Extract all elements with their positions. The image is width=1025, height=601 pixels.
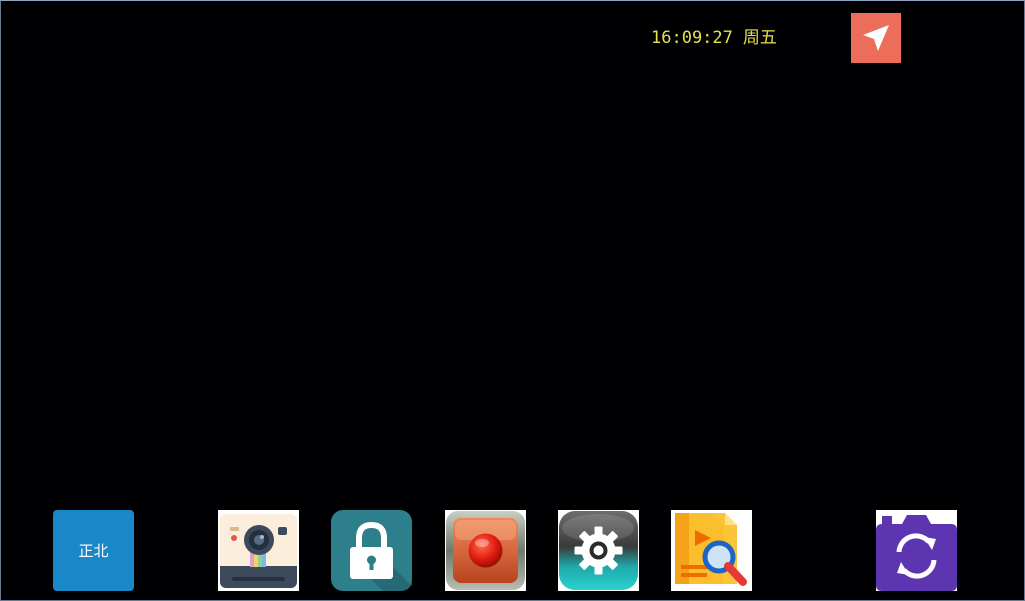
clock-weekday: 周五 <box>742 28 777 48</box>
navigation-button[interactable] <box>851 13 901 63</box>
switch-camera-button[interactable] <box>876 510 957 591</box>
video-file-search-icon <box>671 510 752 591</box>
lock-button[interactable] <box>331 510 412 591</box>
switch-camera-icon <box>876 510 957 591</box>
clock-time: 16:09:27 <box>651 28 733 48</box>
compass-direction-label: 正北 <box>78 542 109 560</box>
compass-direction-button[interactable]: 正北 <box>53 510 134 591</box>
status-clock: 16:09:27 周五 <box>651 27 777 49</box>
camera-app-button[interactable] <box>218 510 299 591</box>
video-search-button[interactable] <box>671 510 752 591</box>
record-button-icon <box>445 510 526 591</box>
navigation-arrow-icon <box>863 25 889 51</box>
gear-icon <box>558 510 639 591</box>
settings-button[interactable] <box>558 510 639 591</box>
polaroid-camera-icon <box>218 510 299 591</box>
padlock-icon <box>331 510 412 591</box>
record-button[interactable] <box>445 510 526 591</box>
